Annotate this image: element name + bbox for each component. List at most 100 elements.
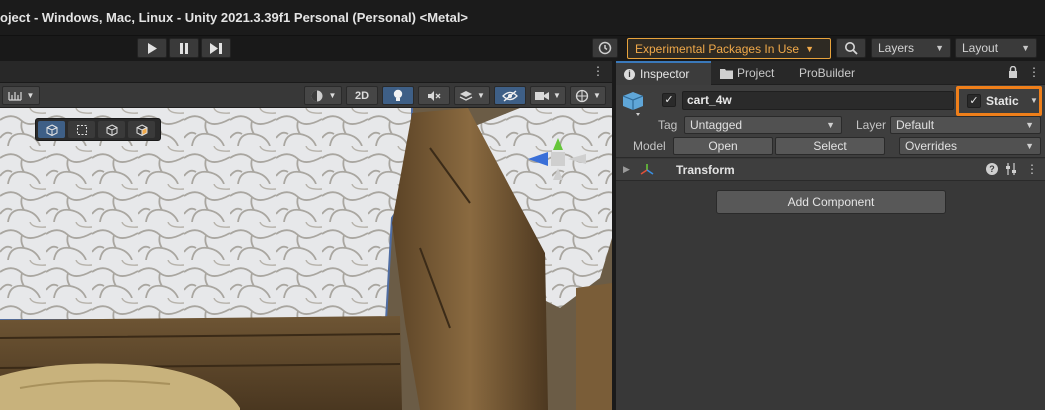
- layers-dropdown[interactable]: Layers ▼: [871, 38, 951, 58]
- tag-dropdown[interactable]: Untagged ▼: [684, 116, 842, 134]
- chevron-down-icon: ▼: [26, 91, 35, 100]
- layers-label: Layers: [878, 41, 915, 55]
- chevron-down-icon: ▼: [1025, 120, 1034, 130]
- scene-visibility-toggle[interactable]: [494, 86, 526, 105]
- lock-icon[interactable]: [1008, 65, 1018, 81]
- pause-icon: [180, 42, 188, 54]
- scene-view: ⋮ ▼ ▼ 2D ▼ ▼ ▼: [0, 61, 612, 410]
- inspector-panel: i Inspector Project ProBuilder ⋮ ✓ cart_…: [616, 61, 1045, 410]
- help-icon[interactable]: ?: [986, 163, 998, 175]
- chevron-down-icon: ▼: [1025, 141, 1034, 151]
- grid-snapping-button[interactable]: ▼: [2, 86, 40, 105]
- inspector-tab-bar: i Inspector Project ProBuilder ⋮: [616, 61, 1045, 85]
- transform-component-header[interactable]: ▶ Transform ? ⋮: [616, 159, 1045, 181]
- tab-inspector[interactable]: i Inspector: [616, 61, 711, 85]
- layout-dropdown[interactable]: Layout ▼: [955, 38, 1037, 58]
- search-icon: [845, 42, 858, 55]
- model-label: Model: [633, 139, 666, 153]
- scene-render: [0, 108, 612, 410]
- prefab-model-icon[interactable]: [622, 90, 648, 119]
- tab-probuilder-label: ProBuilder: [799, 66, 856, 80]
- gizmos-button[interactable]: ▼: [570, 86, 606, 105]
- experimental-packages-label: Experimental Packages In Use: [635, 41, 800, 56]
- chevron-down-icon: ▼: [553, 91, 561, 100]
- tag-label: Tag: [658, 118, 678, 132]
- audio-muted-icon: [428, 90, 441, 101]
- experimental-packages-dropdown[interactable]: Experimental Packages In Use ▼: [627, 38, 831, 59]
- play-button[interactable]: [137, 38, 167, 58]
- cube-icon: [46, 123, 57, 136]
- info-icon: i: [624, 68, 635, 80]
- scene-toolbar: ▼ ▼ 2D ▼ ▼ ▼: [0, 83, 612, 108]
- tab-project[interactable]: Project: [716, 61, 791, 85]
- cube-outline-button[interactable]: [98, 121, 125, 138]
- static-checkbox[interactable]: ✓: [967, 94, 981, 108]
- object-name-field[interactable]: cart_4w: [682, 91, 954, 110]
- more-options-icon[interactable]: ⋮: [1026, 162, 1038, 176]
- mode-2d-toggle[interactable]: 2D: [346, 86, 378, 105]
- search-button[interactable]: [836, 38, 866, 58]
- pause-button[interactable]: [169, 38, 199, 58]
- cube-face-button[interactable]: [128, 121, 155, 138]
- open-button[interactable]: Open: [673, 137, 773, 155]
- gizmo-globe-icon: [575, 89, 589, 102]
- main-toolbar: Experimental Packages In Use ▼ Layers ▼ …: [0, 36, 1045, 61]
- layer-dropdown[interactable]: Default ▼: [890, 116, 1041, 134]
- play-icon: [148, 42, 157, 54]
- step-button[interactable]: [201, 38, 231, 58]
- tag-value: Untagged: [690, 118, 743, 132]
- tab-probuilder[interactable]: ProBuilder: [799, 61, 879, 85]
- chevron-down-icon: ▼: [477, 91, 485, 100]
- chevron-down-icon: ▼: [935, 43, 944, 53]
- preset-sliders-icon[interactable]: [1005, 162, 1017, 179]
- chevron-down-icon: ▼: [328, 91, 337, 100]
- unity-editor-window: oject - Windows, Mac, Linux - Unity 2021…: [0, 0, 1045, 410]
- shading-sphere-icon: [311, 90, 323, 101]
- effects-toggle[interactable]: ▼: [454, 86, 490, 105]
- layer-value: Default: [896, 118, 935, 132]
- more-options-icon[interactable]: ⋮: [592, 65, 604, 77]
- audio-toggle[interactable]: [418, 86, 450, 105]
- tab-project-label: Project: [737, 66, 775, 80]
- chevron-down-icon[interactable]: ▼: [1030, 96, 1038, 105]
- lighting-toggle[interactable]: [382, 86, 414, 105]
- transform-axes-icon: [640, 163, 654, 180]
- scene-tab-bar: ⋮: [0, 61, 612, 83]
- effects-layers-icon: [459, 90, 473, 101]
- scene-viewport[interactable]: [0, 108, 612, 410]
- foldout-arrow-icon[interactable]: ▶: [623, 164, 630, 175]
- camera-settings-button[interactable]: ▼: [530, 86, 566, 105]
- chevron-down-icon: ▼: [805, 43, 815, 54]
- chevron-down-icon: ▼: [1021, 43, 1030, 53]
- overrides-label: Overrides: [905, 139, 958, 153]
- lightbulb-icon: [393, 89, 403, 101]
- layer-label: Layer: [856, 118, 887, 132]
- undo-history-button[interactable]: [592, 38, 618, 58]
- folder-icon: [720, 68, 733, 79]
- rect-select-button[interactable]: [68, 121, 95, 138]
- more-options-icon[interactable]: ⋮: [1028, 65, 1040, 79]
- layout-label: Layout: [962, 41, 999, 55]
- window-title: oject - Windows, Mac, Linux - Unity 2021…: [0, 10, 469, 25]
- rect-select-icon: [76, 124, 87, 135]
- eye-hidden-icon: [502, 89, 518, 102]
- tool-handle-buttons: [35, 118, 161, 141]
- camera-icon: [535, 91, 550, 100]
- overrides-dropdown[interactable]: Overrides ▼: [899, 137, 1041, 155]
- history-icon: [598, 41, 612, 55]
- cube-tool-button[interactable]: [38, 121, 65, 138]
- draw-mode-button[interactable]: ▼: [304, 86, 342, 105]
- title-bar: oject - Windows, Mac, Linux - Unity 2021…: [0, 0, 1045, 36]
- gameobject-header: ✓ cart_4w ✓ Static ▼ Tag Untagged ▼ Laye…: [616, 85, 1045, 158]
- chevron-down-icon: ▼: [593, 91, 601, 100]
- cube-face-icon: [136, 123, 147, 136]
- static-label: Static: [986, 94, 1019, 108]
- chevron-down-icon: ▼: [826, 120, 835, 130]
- step-icon: [210, 42, 222, 54]
- tab-inspector-label: Inspector: [640, 67, 690, 81]
- add-component-button[interactable]: Add Component: [716, 190, 946, 214]
- active-checkbox[interactable]: ✓: [662, 93, 676, 107]
- transform-label: Transform: [676, 163, 735, 177]
- playmode-controls: [137, 38, 231, 59]
- select-button[interactable]: Select: [775, 137, 885, 155]
